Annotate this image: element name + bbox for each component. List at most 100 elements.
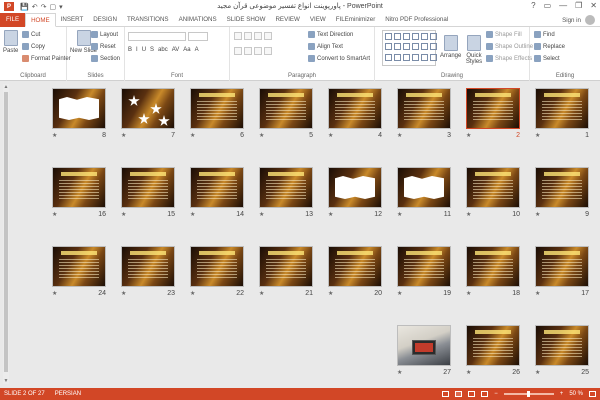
- arrange-button[interactable]: Arrange: [440, 35, 461, 59]
- shape-fill-button[interactable]: Shape Fill: [486, 31, 522, 38]
- select-button[interactable]: Select: [534, 55, 560, 62]
- justify-button[interactable]: [264, 47, 272, 55]
- slide-thumbnail[interactable]: [535, 246, 589, 287]
- slide-thumbnail[interactable]: [397, 88, 451, 129]
- paste-button[interactable]: Paste: [3, 30, 18, 54]
- font-family-combo[interactable]: [128, 32, 186, 41]
- transition-star-icon[interactable]: ★: [466, 369, 471, 376]
- slide-thumbnail[interactable]: [190, 88, 244, 129]
- replace-button[interactable]: Replace: [534, 43, 565, 50]
- slide-thumbnail[interactable]: [397, 246, 451, 287]
- slide-thumbnail[interactable]: [397, 325, 451, 366]
- transition-star-icon[interactable]: ★: [328, 211, 333, 218]
- save-icon[interactable]: 💾: [20, 3, 29, 11]
- section-button[interactable]: Section: [91, 55, 120, 62]
- transition-star-icon[interactable]: ★: [397, 211, 402, 218]
- customize-qat-icon[interactable]: ▾: [59, 3, 63, 11]
- transition-star-icon[interactable]: ★: [328, 132, 333, 139]
- format-painter-button[interactable]: Format Painter: [22, 55, 71, 62]
- transition-star-icon[interactable]: ★: [466, 290, 471, 297]
- slide-thumbnail[interactable]: [190, 167, 244, 208]
- minimize-icon[interactable]: —: [559, 1, 567, 10]
- transition-star-icon[interactable]: ★: [397, 132, 402, 139]
- slide-thumbnail[interactable]: [259, 167, 313, 208]
- tab-review[interactable]: REVIEW: [270, 13, 304, 27]
- zoom-in-button[interactable]: +: [560, 391, 564, 397]
- transition-star-icon[interactable]: ★: [535, 211, 540, 218]
- tab-design[interactable]: DESIGN: [88, 13, 122, 27]
- transition-star-icon[interactable]: ★: [121, 132, 126, 139]
- transition-star-icon[interactable]: ★: [535, 132, 540, 139]
- undo-icon[interactable]: ↶: [32, 3, 38, 11]
- tab-file[interactable]: FILE: [0, 12, 26, 27]
- slide-thumbnail[interactable]: [259, 88, 313, 129]
- bullets-button[interactable]: [234, 32, 242, 40]
- close-icon[interactable]: ✕: [590, 1, 597, 10]
- transition-star-icon[interactable]: ★: [259, 290, 264, 297]
- character-spacing-button[interactable]: AV: [172, 47, 180, 53]
- strikethrough-button[interactable]: abc: [158, 47, 168, 53]
- ribbon-display-options-icon[interactable]: ▭: [544, 1, 552, 10]
- zoom-out-button[interactable]: −: [494, 391, 498, 397]
- shape-effects-button[interactable]: Shape Effects: [486, 55, 532, 62]
- transition-star-icon[interactable]: ★: [259, 132, 264, 139]
- change-case-button[interactable]: Aa: [183, 47, 190, 53]
- align-left-button[interactable]: [234, 47, 242, 55]
- scroll-up-icon[interactable]: ▲: [3, 84, 9, 90]
- tab-animations[interactable]: ANIMATIONS: [174, 13, 222, 27]
- slide-thumbnail[interactable]: [535, 167, 589, 208]
- redo-icon[interactable]: ↷: [41, 3, 47, 11]
- increase-indent-button[interactable]: [264, 32, 272, 40]
- slide-sorter-view-icon[interactable]: [455, 391, 463, 397]
- tab-home[interactable]: HOME: [25, 12, 56, 27]
- slideshow-view-icon[interactable]: [481, 391, 489, 397]
- align-right-button[interactable]: [254, 47, 262, 55]
- help-icon[interactable]: ?: [531, 1, 535, 10]
- avatar[interactable]: [585, 15, 595, 25]
- zoom-slider[interactable]: [503, 391, 554, 397]
- slide-thumbnail[interactable]: [328, 88, 382, 129]
- tab-nitro-pdf[interactable]: Nitro PDF Professional: [380, 13, 453, 27]
- slide-thumbnail[interactable]: [466, 325, 520, 366]
- find-button[interactable]: Find: [534, 31, 555, 38]
- slide-thumbnail[interactable]: [535, 88, 589, 129]
- bold-button[interactable]: B: [128, 47, 132, 53]
- sign-in[interactable]: Sign in: [562, 13, 595, 27]
- zoom-level[interactable]: 50 %: [569, 391, 583, 397]
- reading-view-icon[interactable]: [468, 391, 476, 397]
- transition-star-icon[interactable]: ★: [397, 290, 402, 297]
- transition-star-icon[interactable]: ★: [52, 290, 57, 297]
- transition-star-icon[interactable]: ★: [259, 211, 264, 218]
- slide-thumbnail[interactable]: [121, 88, 175, 129]
- slide-thumbnail[interactable]: [535, 325, 589, 366]
- slide-thumbnail[interactable]: [466, 246, 520, 287]
- numbering-button[interactable]: [244, 32, 252, 40]
- slide-thumbnail[interactable]: [121, 246, 175, 287]
- tab-transitions[interactable]: TRANSITIONS: [122, 13, 174, 27]
- transition-star-icon[interactable]: ★: [121, 290, 126, 297]
- text-direction-button[interactable]: Text Direction: [308, 31, 353, 38]
- align-text-button[interactable]: Align Text: [308, 43, 343, 50]
- tab-insert[interactable]: INSERT: [56, 13, 89, 27]
- slide-thumbnail[interactable]: [397, 167, 451, 208]
- reset-button[interactable]: Reset: [91, 43, 116, 50]
- slide-thumbnail[interactable]: [52, 246, 106, 287]
- restore-icon[interactable]: ❐: [575, 1, 582, 10]
- tab-fileminimizer[interactable]: FILEminimizer: [331, 13, 381, 27]
- slide-thumbnail[interactable]: [121, 167, 175, 208]
- align-center-button[interactable]: [244, 47, 252, 55]
- decrease-indent-button[interactable]: [254, 32, 262, 40]
- tab-view[interactable]: VIEW: [305, 13, 331, 27]
- shape-outline-button[interactable]: Shape Outline: [486, 43, 533, 50]
- slide-thumbnail[interactable]: [190, 246, 244, 287]
- normal-view-icon[interactable]: [442, 391, 450, 397]
- fit-slide-icon[interactable]: [589, 391, 596, 397]
- scroll-thumb[interactable]: [4, 92, 8, 372]
- layout-button[interactable]: Layout: [91, 31, 118, 38]
- font-size-combo[interactable]: [188, 32, 208, 41]
- transition-star-icon[interactable]: ★: [52, 132, 57, 139]
- transition-star-icon[interactable]: ★: [466, 132, 471, 139]
- sign-in-label[interactable]: Sign in: [562, 17, 581, 24]
- shapes-gallery[interactable]: [382, 30, 437, 66]
- transition-star-icon[interactable]: ★: [535, 369, 540, 376]
